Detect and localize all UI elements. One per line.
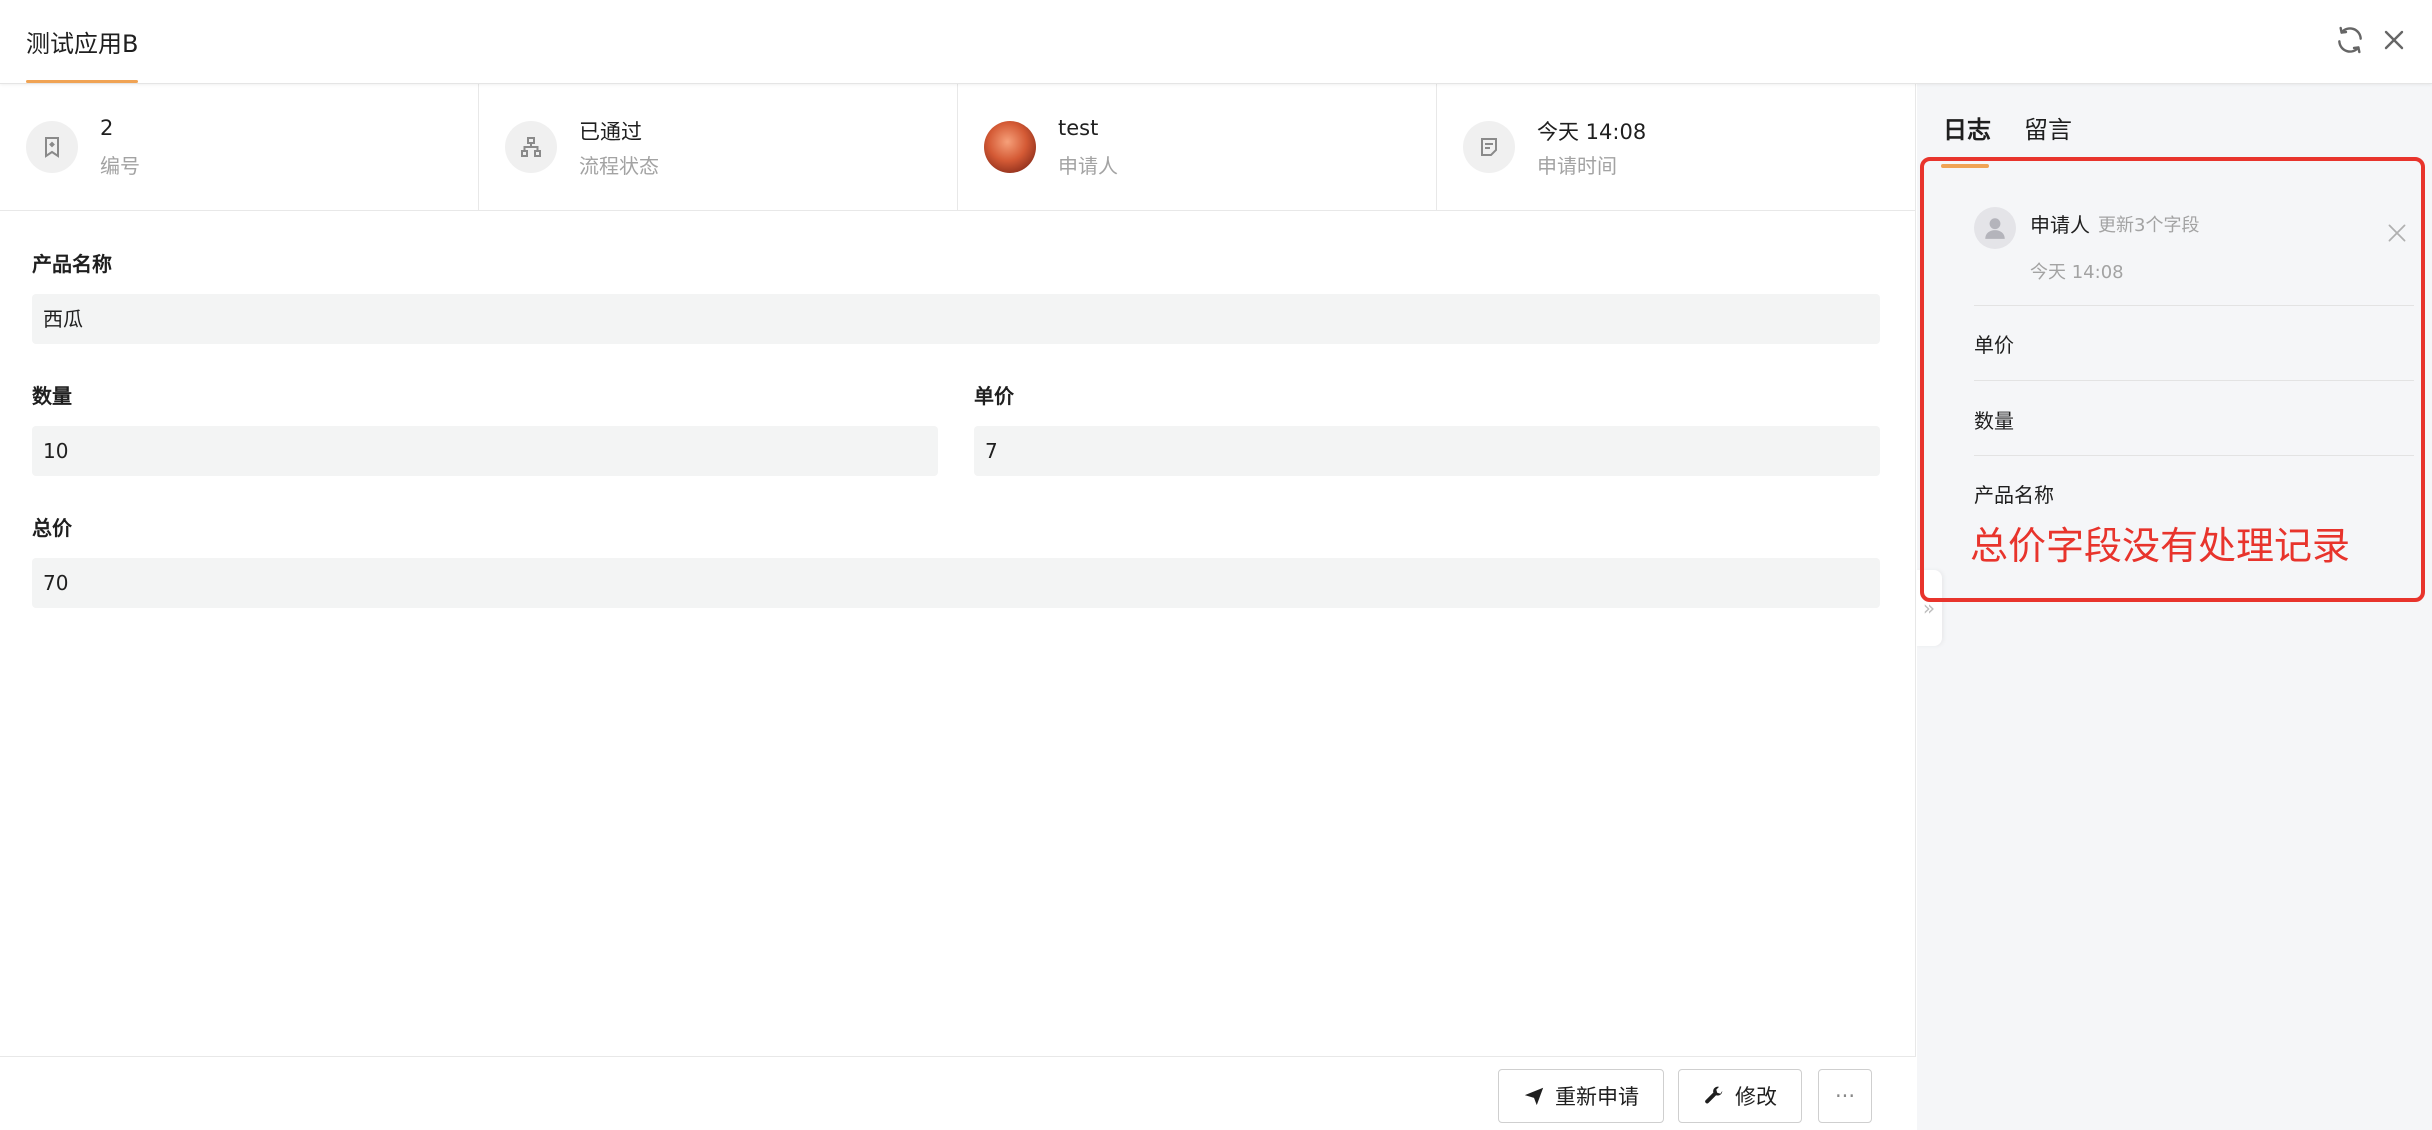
send-icon (1524, 1087, 1544, 1106)
quantity-field[interactable]: 10 (32, 426, 938, 476)
info-cell-number: 2 编号 (0, 84, 479, 211)
flowchart-icon (505, 121, 557, 173)
log-field-item: 单价 (1974, 333, 2014, 357)
divider (1974, 305, 2414, 306)
reapply-button[interactable]: 重新申请 (1498, 1069, 1664, 1123)
info-value: test (1058, 116, 1099, 140)
info-value: 已通过 (579, 120, 642, 144)
log-field-item: 数量 (1974, 409, 2014, 433)
edit-label: 修改 (1735, 1085, 1777, 1109)
unit-price-label: 单价 (974, 384, 1014, 408)
info-value: 2 (100, 116, 114, 140)
tab-log[interactable]: 日志 (1943, 110, 1991, 145)
wrench-icon (1705, 1086, 1723, 1104)
info-cell-status: 已通过 流程状态 (479, 84, 958, 211)
info-label: 申请时间 (1537, 154, 1617, 178)
total-price-label: 总价 (32, 516, 72, 540)
log-action: 更新3个字段 (2098, 215, 2200, 236)
product-name-field[interactable]: 西瓜 (32, 294, 1880, 344)
info-label: 编号 (100, 154, 140, 178)
close-icon[interactable] (2384, 220, 2410, 246)
reapply-label: 重新申请 (1555, 1085, 1639, 1109)
tab-comments[interactable]: 留言 (2024, 110, 2072, 145)
annotation-note: 总价字段没有处理记录 (1970, 524, 2351, 568)
main-content: 2 编号 已通过 流程状态 test 申请人 今天 14:08 申请时间 产品名… (0, 84, 1916, 1130)
divider (1974, 380, 2414, 381)
total-price-field[interactable]: 70 (32, 558, 1880, 608)
bookmark-icon (26, 121, 78, 173)
log-time: 今天 14:08 (2030, 262, 2124, 283)
info-value: 今天 14:08 (1537, 120, 1647, 144)
title-tab-indicator (26, 80, 138, 83)
app-title[interactable]: 测试应用B (26, 24, 138, 59)
unit-price-field[interactable]: 7 (974, 426, 1880, 476)
refresh-icon[interactable] (2334, 24, 2366, 56)
product-name-label: 产品名称 (32, 252, 112, 276)
quantity-label: 数量 (32, 384, 72, 408)
window-header: 测试应用B (0, 0, 2432, 84)
log-entry: 申请人 更新3个字段 今天 14:08 单价 数量 产品名称 总价字段没有处理记… (1920, 157, 2425, 602)
info-row: 2 编号 已通过 流程状态 test 申请人 今天 14:08 申请时间 (0, 84, 1916, 211)
close-icon[interactable] (2378, 24, 2410, 56)
action-footer: 重新申请 修改 ··· (0, 1056, 1916, 1130)
info-cell-time: 今天 14:08 申请时间 (1437, 84, 1916, 211)
info-label: 流程状态 (579, 154, 659, 178)
more-button[interactable]: ··· (1818, 1069, 1872, 1123)
edit-button[interactable]: 修改 (1678, 1069, 1802, 1123)
divider (1974, 455, 2414, 456)
avatar (984, 121, 1036, 173)
info-label: 申请人 (1058, 154, 1118, 178)
log-field-item: 产品名称 (1974, 483, 2054, 507)
user-avatar-icon (1974, 207, 2016, 249)
log-user: 申请人 (2030, 213, 2090, 237)
note-icon (1463, 121, 1515, 173)
more-icon: ··· (1834, 1084, 1856, 1108)
info-cell-applicant: test 申请人 (958, 84, 1437, 211)
